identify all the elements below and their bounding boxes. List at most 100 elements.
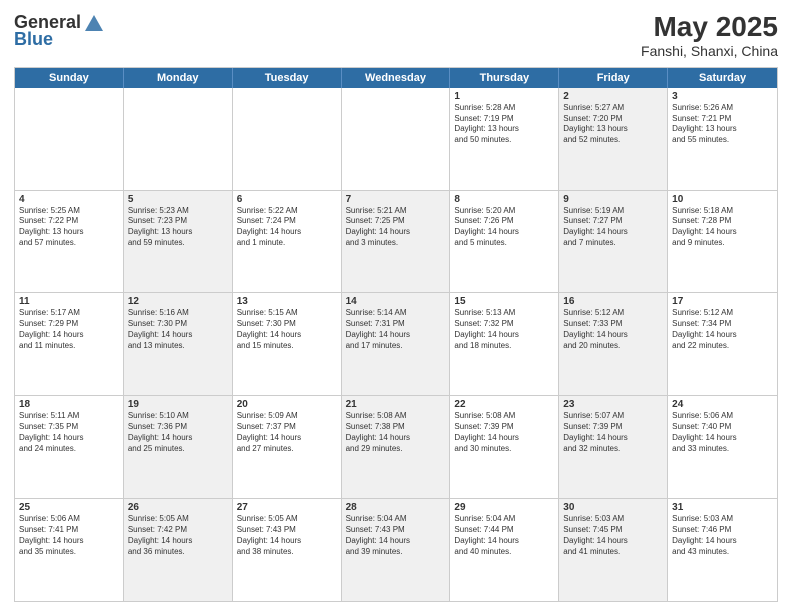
day-number: 31 [672, 502, 773, 513]
week-row-1: 4Sunrise: 5:25 AM Sunset: 7:22 PM Daylig… [15, 191, 777, 294]
day-number: 14 [346, 296, 446, 307]
day-info: Sunrise: 5:23 AM Sunset: 7:23 PM Dayligh… [128, 206, 228, 249]
day-cell-14: 14Sunrise: 5:14 AM Sunset: 7:31 PM Dayli… [342, 293, 451, 395]
day-cell-empty-0-1 [124, 88, 233, 190]
day-cell-16: 16Sunrise: 5:12 AM Sunset: 7:33 PM Dayli… [559, 293, 668, 395]
day-info: Sunrise: 5:03 AM Sunset: 7:46 PM Dayligh… [672, 514, 773, 557]
day-info: Sunrise: 5:25 AM Sunset: 7:22 PM Dayligh… [19, 206, 119, 249]
day-number: 27 [237, 502, 337, 513]
week-row-3: 18Sunrise: 5:11 AM Sunset: 7:35 PM Dayli… [15, 396, 777, 499]
day-header-monday: Monday [124, 68, 233, 88]
day-cell-28: 28Sunrise: 5:04 AM Sunset: 7:43 PM Dayli… [342, 499, 451, 601]
day-cell-empty-0-3 [342, 88, 451, 190]
day-number: 24 [672, 399, 773, 410]
day-number: 3 [672, 91, 773, 102]
day-header-friday: Friday [559, 68, 668, 88]
day-info: Sunrise: 5:16 AM Sunset: 7:30 PM Dayligh… [128, 308, 228, 351]
day-cell-20: 20Sunrise: 5:09 AM Sunset: 7:37 PM Dayli… [233, 396, 342, 498]
day-info: Sunrise: 5:19 AM Sunset: 7:27 PM Dayligh… [563, 206, 663, 249]
day-header-saturday: Saturday [668, 68, 777, 88]
day-number: 4 [19, 194, 119, 205]
day-cell-31: 31Sunrise: 5:03 AM Sunset: 7:46 PM Dayli… [668, 499, 777, 601]
day-cell-17: 17Sunrise: 5:12 AM Sunset: 7:34 PM Dayli… [668, 293, 777, 395]
day-number: 22 [454, 399, 554, 410]
day-header-wednesday: Wednesday [342, 68, 451, 88]
header: General Blue May 2025 Fanshi, Shanxi, Ch… [14, 12, 778, 59]
day-info: Sunrise: 5:08 AM Sunset: 7:39 PM Dayligh… [454, 411, 554, 454]
day-number: 20 [237, 399, 337, 410]
day-info: Sunrise: 5:06 AM Sunset: 7:40 PM Dayligh… [672, 411, 773, 454]
day-number: 18 [19, 399, 119, 410]
day-info: Sunrise: 5:18 AM Sunset: 7:28 PM Dayligh… [672, 206, 773, 249]
day-cell-empty-0-2 [233, 88, 342, 190]
day-number: 12 [128, 296, 228, 307]
day-cell-2: 2Sunrise: 5:27 AM Sunset: 7:20 PM Daylig… [559, 88, 668, 190]
day-cell-22: 22Sunrise: 5:08 AM Sunset: 7:39 PM Dayli… [450, 396, 559, 498]
day-number: 17 [672, 296, 773, 307]
day-cell-7: 7Sunrise: 5:21 AM Sunset: 7:25 PM Daylig… [342, 191, 451, 293]
day-number: 25 [19, 502, 119, 513]
location: Fanshi, Shanxi, China [641, 43, 778, 59]
day-number: 26 [128, 502, 228, 513]
day-cell-4: 4Sunrise: 5:25 AM Sunset: 7:22 PM Daylig… [15, 191, 124, 293]
day-cell-15: 15Sunrise: 5:13 AM Sunset: 7:32 PM Dayli… [450, 293, 559, 395]
day-header-sunday: Sunday [15, 68, 124, 88]
day-number: 11 [19, 296, 119, 307]
day-info: Sunrise: 5:21 AM Sunset: 7:25 PM Dayligh… [346, 206, 446, 249]
day-info: Sunrise: 5:05 AM Sunset: 7:43 PM Dayligh… [237, 514, 337, 557]
day-number: 16 [563, 296, 663, 307]
page-container: General Blue May 2025 Fanshi, Shanxi, Ch… [0, 0, 792, 612]
day-info: Sunrise: 5:20 AM Sunset: 7:26 PM Dayligh… [454, 206, 554, 249]
month-year: May 2025 [641, 12, 778, 43]
day-cell-21: 21Sunrise: 5:08 AM Sunset: 7:38 PM Dayli… [342, 396, 451, 498]
day-info: Sunrise: 5:12 AM Sunset: 7:33 PM Dayligh… [563, 308, 663, 351]
day-number: 9 [563, 194, 663, 205]
day-cell-26: 26Sunrise: 5:05 AM Sunset: 7:42 PM Dayli… [124, 499, 233, 601]
day-cell-19: 19Sunrise: 5:10 AM Sunset: 7:36 PM Dayli… [124, 396, 233, 498]
day-cell-10: 10Sunrise: 5:18 AM Sunset: 7:28 PM Dayli… [668, 191, 777, 293]
day-info: Sunrise: 5:22 AM Sunset: 7:24 PM Dayligh… [237, 206, 337, 249]
day-header-thursday: Thursday [450, 68, 559, 88]
logo: General Blue [14, 12, 105, 50]
day-info: Sunrise: 5:09 AM Sunset: 7:37 PM Dayligh… [237, 411, 337, 454]
day-info: Sunrise: 5:15 AM Sunset: 7:30 PM Dayligh… [237, 308, 337, 351]
day-cell-23: 23Sunrise: 5:07 AM Sunset: 7:39 PM Dayli… [559, 396, 668, 498]
day-info: Sunrise: 5:06 AM Sunset: 7:41 PM Dayligh… [19, 514, 119, 557]
day-number: 15 [454, 296, 554, 307]
day-cell-18: 18Sunrise: 5:11 AM Sunset: 7:35 PM Dayli… [15, 396, 124, 498]
day-info: Sunrise: 5:05 AM Sunset: 7:42 PM Dayligh… [128, 514, 228, 557]
day-number: 5 [128, 194, 228, 205]
calendar: SundayMondayTuesdayWednesdayThursdayFrid… [14, 67, 778, 602]
day-cell-5: 5Sunrise: 5:23 AM Sunset: 7:23 PM Daylig… [124, 191, 233, 293]
week-row-2: 11Sunrise: 5:17 AM Sunset: 7:29 PM Dayli… [15, 293, 777, 396]
day-info: Sunrise: 5:14 AM Sunset: 7:31 PM Dayligh… [346, 308, 446, 351]
day-info: Sunrise: 5:12 AM Sunset: 7:34 PM Dayligh… [672, 308, 773, 351]
day-info: Sunrise: 5:04 AM Sunset: 7:43 PM Dayligh… [346, 514, 446, 557]
title-block: May 2025 Fanshi, Shanxi, China [641, 12, 778, 59]
day-cell-9: 9Sunrise: 5:19 AM Sunset: 7:27 PM Daylig… [559, 191, 668, 293]
day-cell-24: 24Sunrise: 5:06 AM Sunset: 7:40 PM Dayli… [668, 396, 777, 498]
day-number: 7 [346, 194, 446, 205]
day-info: Sunrise: 5:27 AM Sunset: 7:20 PM Dayligh… [563, 103, 663, 146]
day-number: 6 [237, 194, 337, 205]
logo-blue: Blue [14, 29, 53, 50]
day-cell-6: 6Sunrise: 5:22 AM Sunset: 7:24 PM Daylig… [233, 191, 342, 293]
day-headers: SundayMondayTuesdayWednesdayThursdayFrid… [15, 68, 777, 88]
day-cell-1: 1Sunrise: 5:28 AM Sunset: 7:19 PM Daylig… [450, 88, 559, 190]
day-number: 30 [563, 502, 663, 513]
day-cell-13: 13Sunrise: 5:15 AM Sunset: 7:30 PM Dayli… [233, 293, 342, 395]
day-number: 13 [237, 296, 337, 307]
day-cell-27: 27Sunrise: 5:05 AM Sunset: 7:43 PM Dayli… [233, 499, 342, 601]
day-number: 1 [454, 91, 554, 102]
day-number: 19 [128, 399, 228, 410]
day-cell-empty-0-0 [15, 88, 124, 190]
day-info: Sunrise: 5:13 AM Sunset: 7:32 PM Dayligh… [454, 308, 554, 351]
day-number: 23 [563, 399, 663, 410]
day-info: Sunrise: 5:10 AM Sunset: 7:36 PM Dayligh… [128, 411, 228, 454]
day-info: Sunrise: 5:11 AM Sunset: 7:35 PM Dayligh… [19, 411, 119, 454]
day-number: 28 [346, 502, 446, 513]
day-cell-30: 30Sunrise: 5:03 AM Sunset: 7:45 PM Dayli… [559, 499, 668, 601]
day-info: Sunrise: 5:17 AM Sunset: 7:29 PM Dayligh… [19, 308, 119, 351]
day-cell-11: 11Sunrise: 5:17 AM Sunset: 7:29 PM Dayli… [15, 293, 124, 395]
day-cell-29: 29Sunrise: 5:04 AM Sunset: 7:44 PM Dayli… [450, 499, 559, 601]
